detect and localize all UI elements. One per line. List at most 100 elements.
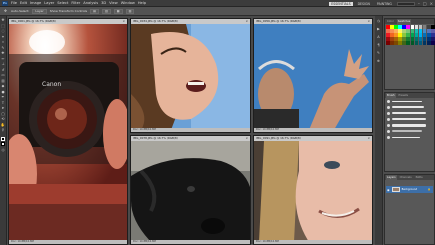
color-swatch[interactable] bbox=[431, 41, 435, 45]
color-swatch[interactable] bbox=[422, 37, 427, 41]
color-swatch[interactable] bbox=[422, 25, 427, 29]
dodge-icon[interactable]: ● bbox=[1, 90, 6, 95]
menu-window[interactable]: Window bbox=[121, 1, 135, 5]
eyedropper-icon[interactable]: ✎ bbox=[1, 46, 6, 51]
brush-presets-icon[interactable]: ✎ bbox=[376, 51, 381, 56]
workspace-essentials-button[interactable]: ESSENTIALS bbox=[329, 1, 353, 6]
maximize-icon[interactable]: □ bbox=[423, 1, 427, 6]
color-swatch[interactable] bbox=[418, 33, 423, 37]
marquee-icon[interactable]: ⬚ bbox=[1, 24, 6, 29]
actions-panel-icon[interactable]: ▶ bbox=[376, 27, 381, 32]
color-swatch[interactable] bbox=[426, 41, 431, 45]
type-icon[interactable]: T bbox=[1, 101, 6, 106]
color-swatch[interactable] bbox=[394, 41, 398, 45]
color-swatch[interactable] bbox=[398, 41, 402, 45]
color-swatch[interactable] bbox=[418, 25, 423, 29]
crop-icon[interactable]: ⌗ bbox=[1, 40, 6, 45]
document-window-1[interactable]: IMG_0001.JPG @ 16.7% (RGB/8) × Canon Doc… bbox=[8, 18, 128, 245]
color-swatch[interactable] bbox=[406, 25, 411, 29]
tab-brush[interactable]: Brush bbox=[386, 93, 396, 98]
align-top-button[interactable]: ▤ bbox=[90, 8, 99, 14]
history-panel-icon[interactable]: ◷ bbox=[376, 19, 381, 24]
color-swatch[interactable] bbox=[410, 25, 415, 29]
align-bottom-button[interactable]: ▦ bbox=[113, 8, 123, 14]
color-swatch[interactable] bbox=[390, 37, 394, 41]
color-swatch[interactable] bbox=[414, 37, 419, 41]
menu-filter[interactable]: Filter bbox=[71, 1, 80, 5]
tab-color[interactable]: Color bbox=[386, 19, 395, 24]
menu-image[interactable]: Image bbox=[30, 1, 41, 5]
color-swatch[interactable] bbox=[426, 25, 431, 29]
shape-icon[interactable]: ▢ bbox=[1, 112, 6, 117]
align-center-button[interactable]: ▥ bbox=[101, 8, 111, 14]
lasso-icon[interactable]: ◌ bbox=[1, 29, 6, 34]
eraser-icon[interactable]: ▭ bbox=[1, 73, 6, 78]
gradient-icon[interactable]: ▥ bbox=[1, 79, 6, 84]
color-swatch[interactable] bbox=[394, 29, 398, 33]
pen-icon[interactable]: ✒ bbox=[1, 95, 6, 100]
move-tool-icon[interactable]: ✥ bbox=[3, 9, 8, 14]
color-swatch[interactable] bbox=[394, 25, 398, 29]
minimize-icon[interactable]: – bbox=[418, 1, 420, 6]
magic-wand-icon[interactable]: ✦ bbox=[1, 35, 6, 40]
history-brush-icon[interactable]: ↺ bbox=[1, 68, 6, 73]
color-swatch[interactable] bbox=[406, 41, 411, 45]
color-swatch[interactable] bbox=[394, 37, 398, 41]
character-panel-icon[interactable]: A bbox=[376, 35, 381, 40]
color-swatch[interactable] bbox=[410, 37, 415, 41]
close-icon[interactable]: × bbox=[430, 1, 433, 6]
color-swatch[interactable] bbox=[402, 25, 406, 29]
color-swatch[interactable] bbox=[406, 33, 411, 37]
color-swatch[interactable] bbox=[398, 25, 402, 29]
auto-select-dropdown[interactable]: Layer bbox=[32, 8, 47, 14]
color-swatch[interactable] bbox=[386, 33, 390, 37]
brush-preset-7[interactable] bbox=[385, 134, 434, 140]
visibility-eye-icon[interactable]: ◉ bbox=[387, 188, 390, 192]
color-swatch[interactable] bbox=[390, 25, 394, 29]
color-swatch[interactable] bbox=[402, 33, 406, 37]
clone-source-icon[interactable]: ⊕ bbox=[376, 59, 381, 64]
tab-channels[interactable]: Channels bbox=[399, 175, 413, 180]
document-window-2[interactable]: IMG_0034.JPG @ 16.7% (RGB/8) × Doc: 10.8M… bbox=[130, 18, 251, 133]
color-swatch[interactable] bbox=[390, 41, 394, 45]
document-window-3[interactable]: IMG_0056.JPG @ 16.7% (RGB/8) × Doc: 10.8M… bbox=[253, 18, 373, 133]
color-swatch[interactable] bbox=[414, 29, 419, 33]
brush-icon[interactable]: ✏ bbox=[1, 57, 6, 62]
menu-help[interactable]: Help bbox=[138, 1, 146, 5]
tab-layers[interactable]: Layers bbox=[386, 175, 397, 180]
color-swatch[interactable] bbox=[402, 41, 406, 45]
tab-brush-presets[interactable]: Presets bbox=[398, 93, 409, 98]
color-swatch[interactable] bbox=[386, 25, 390, 29]
color-swatch[interactable] bbox=[398, 33, 402, 37]
color-swatch[interactable] bbox=[422, 41, 427, 45]
menu-view[interactable]: View bbox=[109, 1, 118, 5]
workspace-painting-button[interactable]: PAINTING bbox=[375, 2, 394, 6]
color-swatch[interactable] bbox=[431, 25, 435, 29]
healing-brush-icon[interactable]: ✚ bbox=[1, 51, 6, 56]
color-swatch[interactable] bbox=[431, 33, 435, 37]
menu-layer[interactable]: Layer bbox=[44, 1, 54, 5]
move-icon[interactable]: ✥ bbox=[1, 18, 6, 23]
foreground-color-swatch[interactable] bbox=[1, 136, 6, 142]
hand-icon[interactable]: ✋ bbox=[1, 123, 6, 128]
color-swatch[interactable] bbox=[418, 41, 423, 45]
clone-stamp-icon[interactable]: ⊥ bbox=[1, 62, 6, 67]
blur-icon[interactable]: ◆ bbox=[1, 84, 6, 89]
color-swatch[interactable] bbox=[398, 29, 402, 33]
color-swatch[interactable] bbox=[410, 29, 415, 33]
color-swatch[interactable] bbox=[386, 37, 390, 41]
3d-rotate-icon[interactable]: ⟲ bbox=[1, 117, 6, 122]
color-swatch[interactable] bbox=[426, 37, 431, 41]
layer-row-background[interactable]: ◉ Background 🔒 bbox=[386, 186, 433, 193]
color-swatch[interactable] bbox=[418, 37, 423, 41]
color-swatch[interactable] bbox=[402, 37, 406, 41]
color-swatch[interactable] bbox=[426, 33, 431, 37]
color-swatch[interactable] bbox=[390, 29, 394, 33]
color-swatch[interactable] bbox=[406, 29, 411, 33]
color-swatch[interactable] bbox=[386, 41, 390, 45]
color-swatch[interactable] bbox=[426, 29, 431, 33]
menu-3d[interactable]: 3D bbox=[101, 1, 106, 5]
workspace-design-button[interactable]: DESIGN bbox=[356, 2, 372, 6]
color-swatch[interactable] bbox=[394, 33, 398, 37]
quick-mask-icon[interactable]: ◎ bbox=[1, 148, 6, 153]
